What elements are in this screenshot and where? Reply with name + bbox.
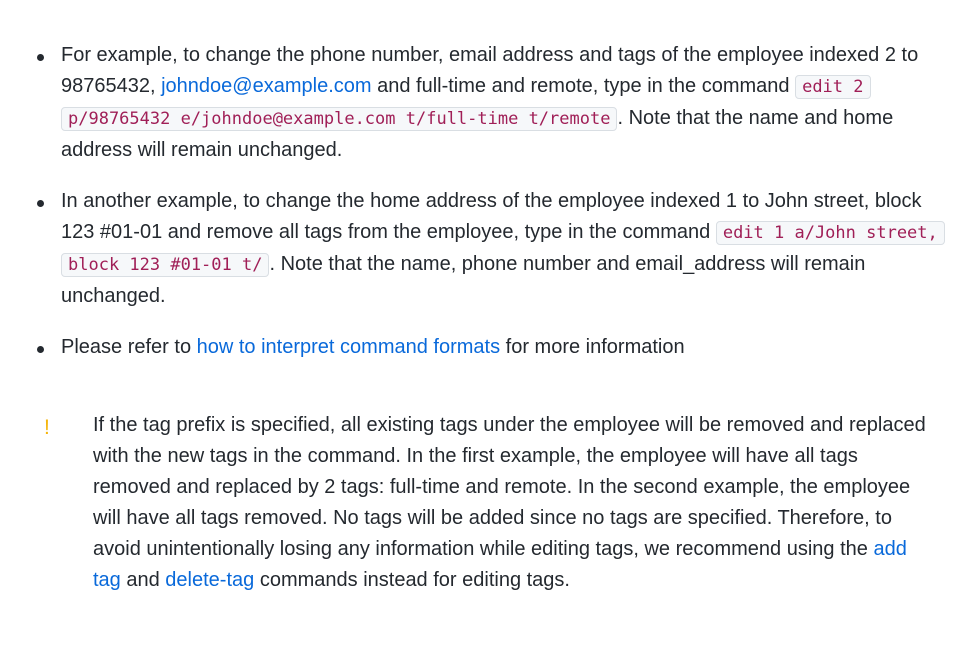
doc-page: For example, to change the phone number,… bbox=[0, 0, 960, 659]
delete-tag-link[interactable]: delete-tag bbox=[165, 569, 254, 591]
bullet-dot bbox=[37, 54, 44, 61]
note-text: If the tag prefix is specified, all exis… bbox=[0, 410, 960, 596]
item-text: for more information bbox=[500, 336, 685, 358]
item-text: Please refer to bbox=[61, 336, 197, 358]
list-item-refer: Please refer to how to interpret command… bbox=[0, 332, 960, 363]
note-text-part: and bbox=[120, 569, 166, 591]
note-text-part: If the tag prefix is specified, all exis… bbox=[93, 414, 926, 560]
list-item-edit-example-1: For example, to change the phone number,… bbox=[0, 40, 960, 166]
item-text: and full-time and remote, type in the co… bbox=[371, 75, 796, 97]
warning-note: ! If the tag prefix is specified, all ex… bbox=[0, 410, 960, 596]
command-format-link[interactable]: how to interpret command formats bbox=[197, 336, 500, 358]
note-text-part: commands instead for editing tags. bbox=[254, 569, 570, 591]
bullet-dot bbox=[37, 200, 44, 207]
email-link[interactable]: johndoe@example.com bbox=[161, 75, 371, 97]
bullet-dot bbox=[37, 346, 44, 353]
exclamation-icon: ! bbox=[44, 416, 50, 439]
example-list: For example, to change the phone number,… bbox=[0, 40, 960, 383]
list-item-edit-example-2: In another example, to change the home a… bbox=[0, 186, 960, 312]
